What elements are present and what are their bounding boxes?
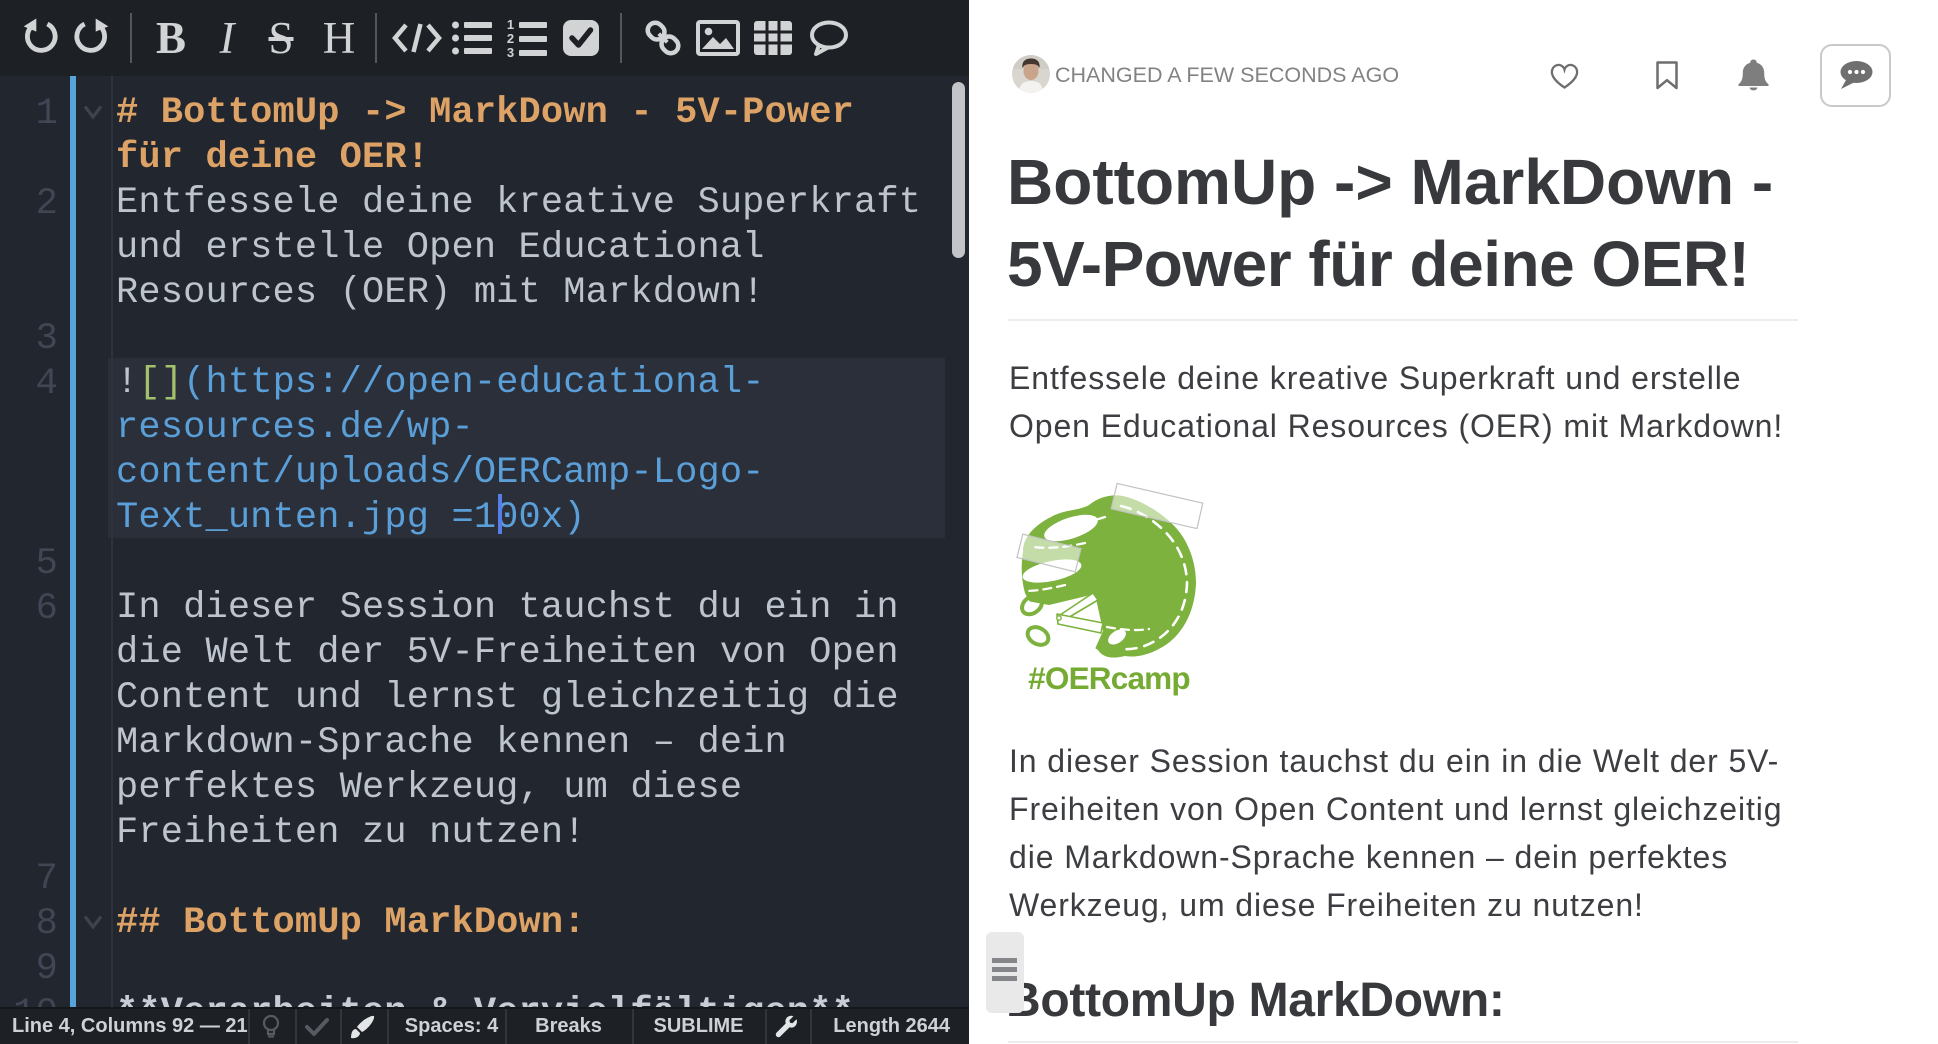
svg-text:1: 1 <box>507 18 514 32</box>
svg-text:3: 3 <box>507 45 514 58</box>
svg-text:#OERcamp: #OERcamp <box>1028 660 1190 696</box>
svg-text:2: 2 <box>507 31 514 46</box>
